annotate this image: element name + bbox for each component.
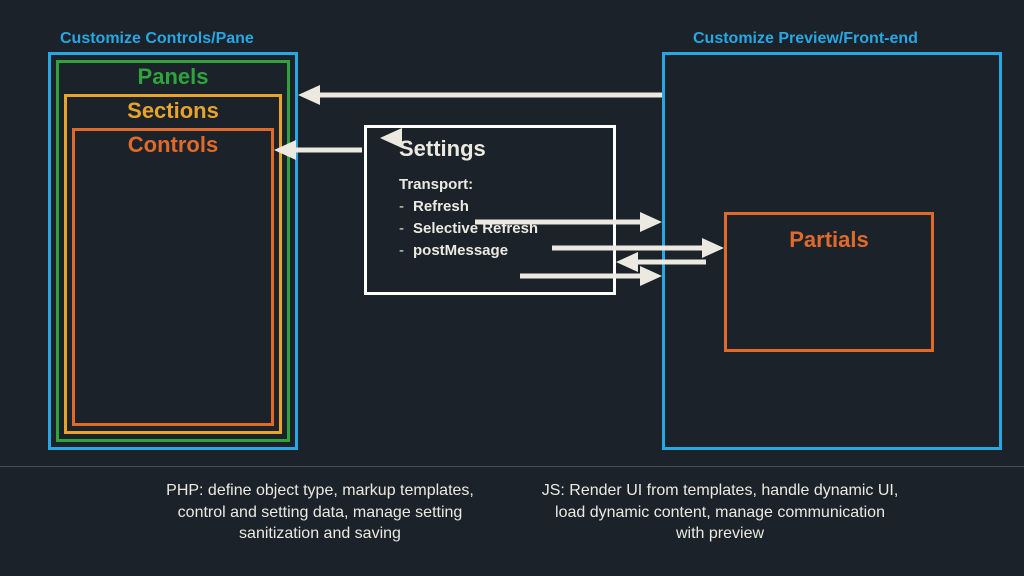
footer-separator	[0, 466, 1024, 467]
controls-box	[72, 128, 274, 426]
transport-postmessage: -postMessage	[399, 242, 613, 259]
controls-label: Controls	[73, 132, 273, 158]
footer-php: PHP: define object type, markup template…	[140, 480, 500, 545]
transport-label: Transport:	[399, 176, 613, 193]
partials-box: Partials	[724, 212, 934, 352]
settings-box: Settings Transport: -Refresh -Selective …	[364, 125, 616, 295]
diagram-stage: Customize Controls/Pane Customize Previe…	[0, 0, 1024, 576]
transport-list: -Refresh -Selective Refresh -postMessage	[399, 198, 613, 259]
footer-js: JS: Render UI from templates, handle dyn…	[540, 480, 900, 545]
partials-label: Partials	[727, 227, 931, 253]
sections-label: Sections	[73, 98, 273, 124]
preview-pane-title: Customize Preview/Front-end	[693, 30, 918, 48]
settings-title: Settings	[399, 136, 613, 162]
transport-selective-refresh: -Selective Refresh	[399, 220, 613, 237]
transport-refresh: -Refresh	[399, 198, 613, 215]
panels-label: Panels	[73, 64, 273, 90]
controls-pane-title: Customize Controls/Pane	[60, 30, 254, 48]
